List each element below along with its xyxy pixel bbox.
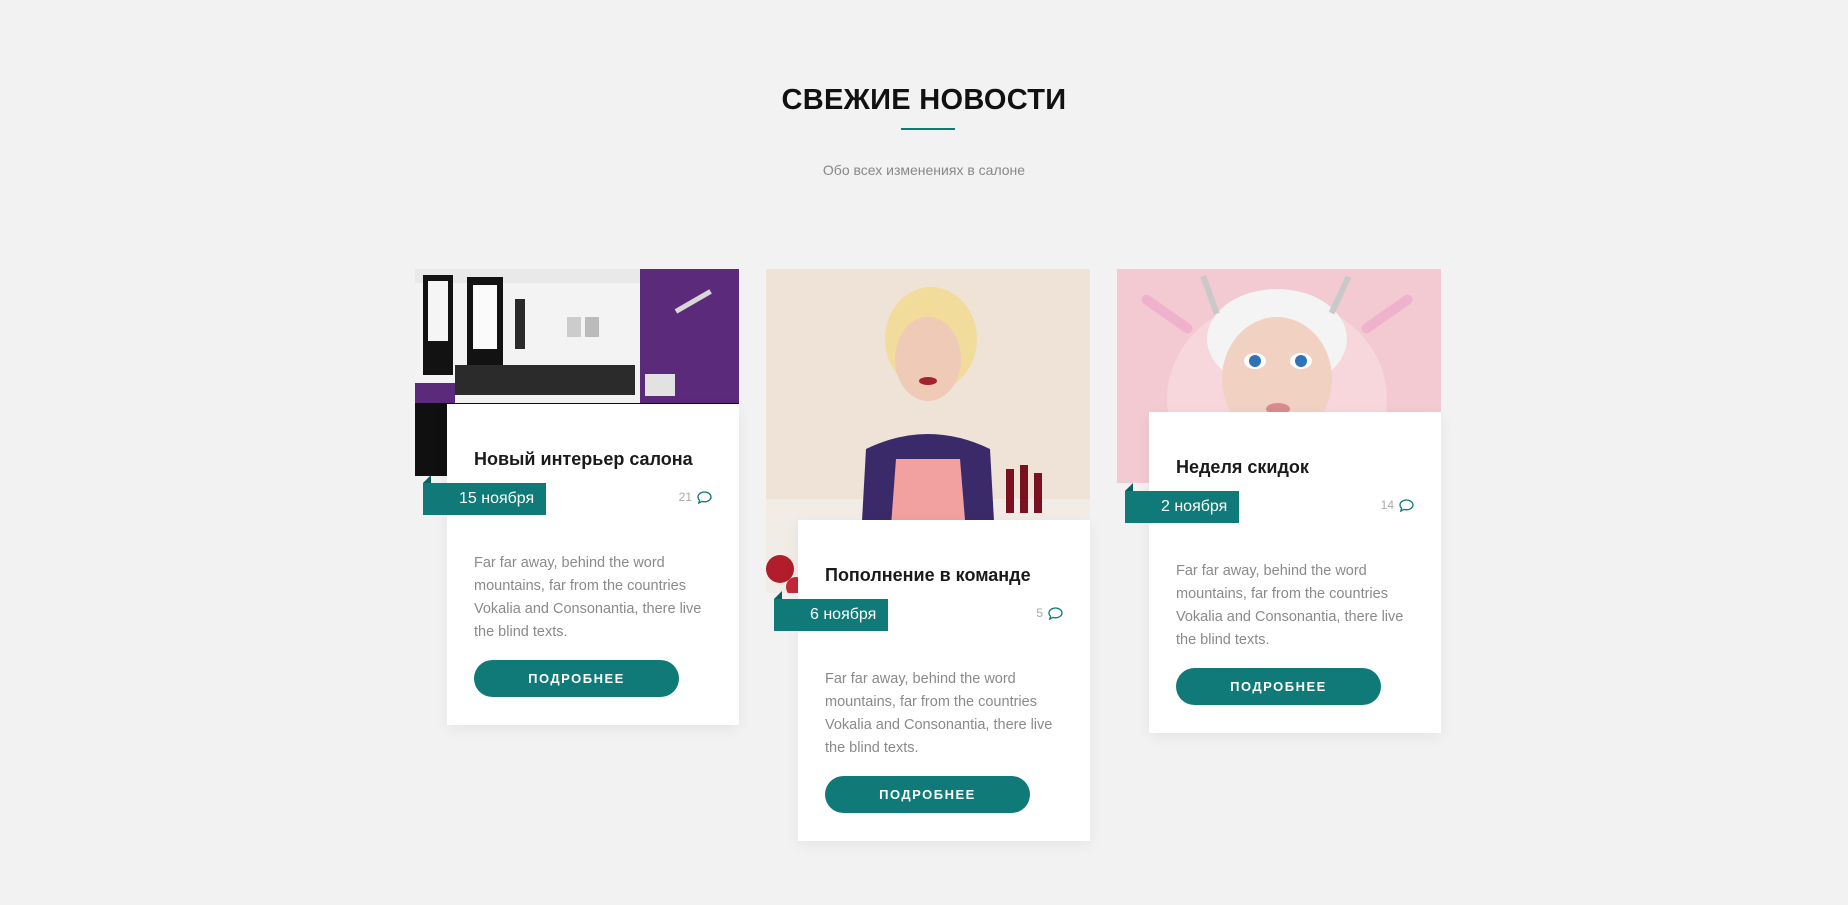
date-badge: 15 ноября [423,475,547,515]
date-badge: 2 ноября [1125,483,1240,523]
comments-number: 14 [1380,498,1394,512]
comment-icon [697,490,712,504]
news-card-body: Пополнение в команде 6 ноября 5 Far far … [774,520,1090,841]
news-meta: 15 ноября 21 [423,475,712,515]
news-title[interactable]: Пополнение в команде [825,564,1063,586]
read-more-button[interactable]: ПОДРОБНЕЕ [1176,668,1381,705]
read-more-button[interactable]: ПОДРОБНЕЕ [474,660,679,697]
news-meta: 2 ноября 14 [1125,483,1414,523]
news-card-body: Неделя скидок 2 ноября 14 Far far away, … [1125,412,1441,733]
news-excerpt: Far far away, behind the word mountains,… [825,671,1053,756]
section-subtitle: Обо всех изменениях в салоне [822,162,1026,178]
comments-number: 5 [1036,606,1043,620]
news-title[interactable]: Новый интерьер салона [474,448,712,470]
date-badge: 6 ноября [774,591,889,631]
comments-count[interactable]: 21 [679,490,712,504]
news-excerpt: Far far away, behind the word mountains,… [1176,563,1404,648]
news-meta: 6 ноября 5 [774,591,1063,631]
comments-count[interactable]: 14 [1381,498,1414,512]
news-excerpt: Far far away, behind the word mountains,… [474,555,702,640]
comment-icon [1048,606,1063,620]
news-card-body: Новый интерьер салона 15 ноября 21 Far f… [423,404,739,725]
title-underline [901,128,955,130]
comments-count[interactable]: 5 [1036,606,1063,620]
read-more-button[interactable]: ПОДРОБНЕЕ [825,776,1030,813]
section-title: СВЕЖИЕ НОВОСТИ [781,84,1067,116]
news-title[interactable]: Неделя скидок [1176,456,1414,478]
comments-number: 21 [678,490,692,504]
comment-icon [1399,498,1414,512]
